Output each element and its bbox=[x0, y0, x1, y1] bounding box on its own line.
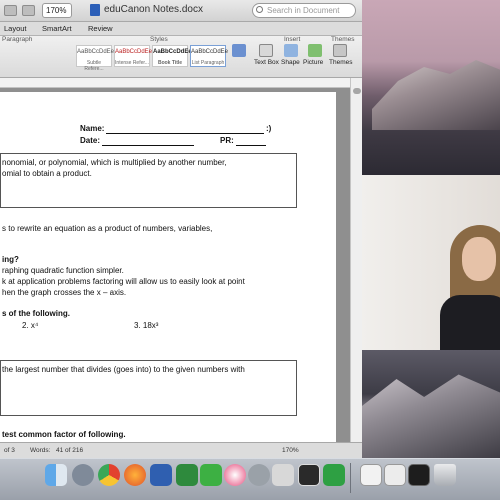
mountain-rock bbox=[372, 60, 500, 130]
system-preferences-icon[interactable] bbox=[248, 464, 270, 486]
word-count: 41 of 216 bbox=[56, 447, 84, 454]
definition-line-2: omial to obtain a product. bbox=[2, 169, 92, 178]
name-suffix: :) bbox=[266, 124, 272, 133]
style-book-title[interactable]: AaBbCcDdEe Book Title bbox=[152, 45, 192, 67]
trash-icon[interactable] bbox=[434, 464, 456, 486]
pr-underline bbox=[236, 145, 266, 146]
group-insert-label: Insert bbox=[284, 36, 301, 43]
dock-separator bbox=[350, 463, 351, 493]
shape-icon[interactable] bbox=[284, 44, 298, 57]
factoring-definition: s to rewrite an equation as a product of… bbox=[2, 224, 213, 233]
pr-label: PR: bbox=[220, 136, 234, 145]
camtasia-icon[interactable] bbox=[323, 464, 345, 486]
mountain-rock bbox=[362, 374, 500, 460]
text-box-icon[interactable] bbox=[259, 44, 273, 57]
themes-icon[interactable] bbox=[333, 44, 347, 57]
tab-layout[interactable]: Layout bbox=[4, 24, 27, 33]
document-canvas: Name: :) Date: PR: nonomial, or polynomi… bbox=[0, 88, 350, 442]
date-underline bbox=[102, 145, 194, 146]
style-intense-reference[interactable]: AaBbCcDdEe Intense Refer... bbox=[114, 45, 153, 67]
name-label: Name: bbox=[80, 124, 105, 133]
tab-smartart[interactable]: SmartArt bbox=[42, 24, 72, 33]
why-line-3: hen the graph crosses the x – axis. bbox=[2, 288, 127, 297]
styles-pane-icon[interactable] bbox=[232, 44, 246, 57]
webcam-overlay bbox=[362, 175, 500, 350]
desktop-wallpaper-top bbox=[362, 0, 500, 175]
webcam-person-face bbox=[462, 237, 496, 281]
why-heading: ing? bbox=[2, 255, 19, 264]
facetime-icon[interactable] bbox=[200, 464, 222, 486]
ribbon: Paragraph Styles Insert Themes AaBbCcDdE… bbox=[0, 36, 362, 78]
style-sample: AaBbCcDdEe bbox=[77, 49, 115, 55]
gcf-definition: the largest number that divides (goes in… bbox=[2, 365, 245, 374]
status-bar: of 3 Words: 41 of 216 170% bbox=[0, 442, 362, 458]
firefox-icon[interactable] bbox=[124, 464, 146, 486]
page-count: of 3 bbox=[4, 447, 15, 454]
title-bar: 170% eduCanon Notes.docx Search in Docum… bbox=[0, 0, 362, 22]
style-list-paragraph[interactable]: AaBbCcDdEe List Paragraph bbox=[190, 45, 229, 67]
themes-label: Themes bbox=[329, 59, 353, 66]
word-window: 170% eduCanon Notes.docx Search in Docum… bbox=[0, 0, 362, 458]
documents-icon[interactable] bbox=[360, 464, 382, 486]
downloads-icon[interactable] bbox=[384, 464, 406, 486]
style-sample: AaBbCcDdEe bbox=[191, 49, 229, 55]
why-line-1: raphing quadratic function simpler. bbox=[2, 266, 124, 275]
style-name: List Paragraph bbox=[191, 60, 225, 66]
excel-icon[interactable] bbox=[176, 464, 198, 486]
screen-recorder-icon[interactable] bbox=[298, 464, 320, 486]
group-styles-label: Styles bbox=[150, 36, 168, 43]
ribbon-tabs: Layout SmartArt Review bbox=[0, 22, 362, 36]
zoom-select[interactable]: 170% bbox=[42, 3, 72, 18]
definition-line-1: nonomial, or polynomial, which is multip… bbox=[2, 158, 227, 167]
problem-3: 3. 18x³ bbox=[134, 321, 159, 330]
launchpad-icon[interactable] bbox=[72, 464, 94, 486]
desktop-wallpaper-bottom bbox=[362, 350, 500, 460]
document-icon bbox=[90, 4, 100, 16]
ruler[interactable] bbox=[0, 78, 350, 88]
print-icon[interactable] bbox=[22, 5, 35, 16]
problem-2: 2. x⁴ bbox=[22, 321, 39, 330]
save-icon[interactable] bbox=[4, 5, 17, 16]
group-paragraph-label: Paragraph bbox=[2, 36, 33, 43]
webcam-person-shirt bbox=[440, 295, 500, 350]
picture-icon[interactable] bbox=[308, 44, 322, 57]
style-name: Book Title bbox=[157, 60, 183, 66]
finder-icon[interactable] bbox=[45, 464, 67, 486]
style-sample: AaBbCcDdEe bbox=[153, 49, 192, 55]
window-title: eduCanon Notes.docx bbox=[104, 4, 203, 15]
word-icon[interactable] bbox=[150, 464, 172, 486]
status-zoom[interactable]: 170% bbox=[282, 447, 299, 454]
picture-label: Picture bbox=[303, 59, 324, 66]
dock bbox=[0, 458, 500, 500]
scrollbar-thumb[interactable] bbox=[353, 88, 361, 94]
words-label: Words: bbox=[30, 447, 51, 454]
tab-review[interactable]: Review bbox=[88, 24, 113, 33]
vertical-scrollbar[interactable] bbox=[350, 78, 362, 442]
style-subtle-reference[interactable]: AaBbCcDdEe Subtle Refere... bbox=[76, 45, 115, 72]
factors-heading: s of the following. bbox=[2, 309, 70, 318]
terminal-icon[interactable] bbox=[408, 464, 430, 486]
text-box-label: Text Box bbox=[254, 59, 279, 66]
group-themes-label: Themes bbox=[331, 36, 355, 43]
style-name: Intense Refer... bbox=[115, 60, 149, 66]
date-label: Date: bbox=[80, 136, 101, 145]
shape-label: Shape bbox=[281, 59, 300, 66]
why-line-2: k at application problems factoring will… bbox=[2, 277, 245, 286]
search-input[interactable]: Search in Document bbox=[252, 3, 356, 18]
style-sample: AaBbCcDdEe bbox=[115, 49, 153, 55]
search-icon bbox=[256, 6, 263, 13]
gcf-heading: test common factor of following. bbox=[2, 430, 126, 439]
chrome-icon[interactable] bbox=[98, 464, 120, 486]
itunes-icon[interactable] bbox=[224, 464, 246, 486]
style-name: Subtle Refere... bbox=[84, 60, 104, 72]
document-page[interactable]: Name: :) Date: PR: nonomial, or polynomi… bbox=[0, 92, 336, 442]
name-underline bbox=[106, 133, 264, 134]
preview-icon[interactable] bbox=[272, 464, 294, 486]
